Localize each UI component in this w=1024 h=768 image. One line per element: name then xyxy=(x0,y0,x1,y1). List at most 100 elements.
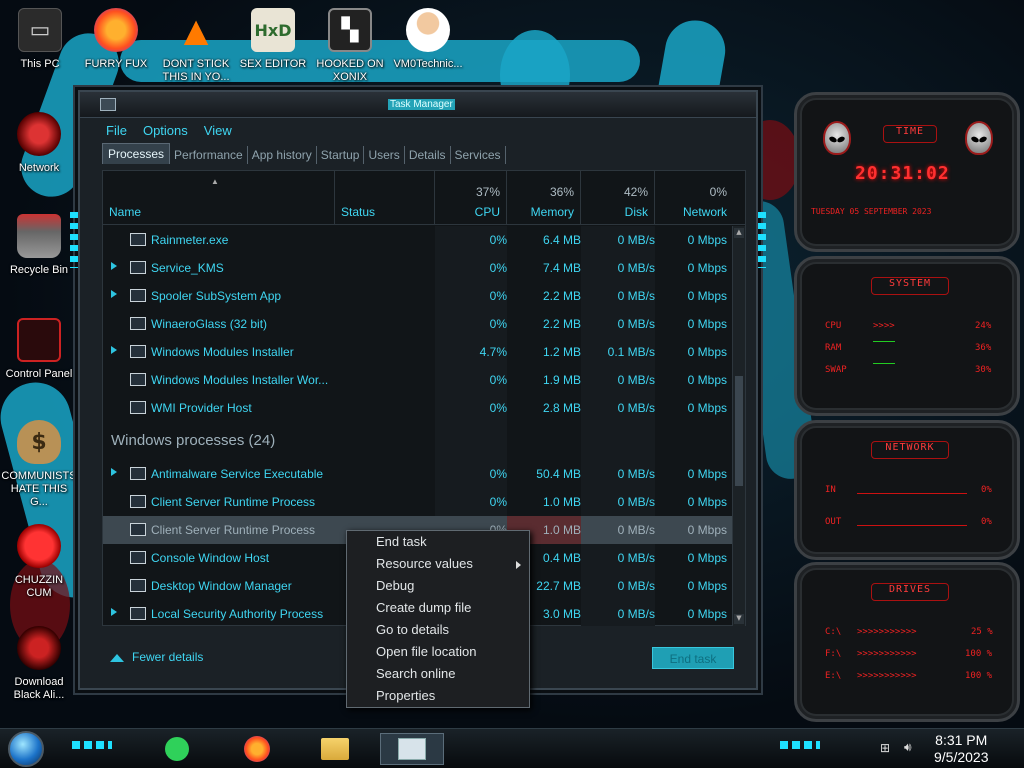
menu-file[interactable]: File xyxy=(106,123,127,138)
context-menu-item-create-dump-file[interactable]: Create dump file xyxy=(347,597,529,619)
process-disk: 0 MB/s xyxy=(617,233,655,247)
process-row[interactable]: WinaeroGlass (32 bit) 0% 2.2 MB 0 MB/s 0 Mbp… xyxy=(103,310,733,338)
process-cpu: 0% xyxy=(489,373,507,387)
column-network[interactable]: 0% Network xyxy=(655,171,733,225)
drive-f-value: 100 % xyxy=(965,649,993,659)
desktop-icon-vm0technic[interactable]: VM0Technic... xyxy=(390,8,466,71)
desktop-icon-furry-fux[interactable]: FURRY FUX xyxy=(78,8,154,71)
tab-users[interactable]: Users xyxy=(364,146,405,164)
firefox-icon[interactable] xyxy=(240,733,274,765)
window-icon xyxy=(130,579,146,592)
net-out-label: OUT xyxy=(825,517,842,527)
column-cpu[interactable]: 37% CPU xyxy=(435,171,507,225)
process-memory: 1.0 MB xyxy=(542,495,581,509)
control-panel-icon xyxy=(17,318,61,362)
net-in-label: IN xyxy=(825,485,836,495)
menu-view[interactable]: View xyxy=(204,123,232,138)
desktop-icon-control-panel[interactable]: Control Panel xyxy=(1,318,77,381)
start-button[interactable] xyxy=(8,731,44,767)
process-name: Desktop Window Manager xyxy=(151,579,292,593)
window-icon xyxy=(130,607,146,620)
volume-tray-icon[interactable]: 🔊︎ xyxy=(904,740,912,755)
net-out-value: 0% xyxy=(981,517,992,527)
context-menu-item-search-online[interactable]: Search online xyxy=(347,663,529,685)
tab-services[interactable]: Services xyxy=(451,146,506,164)
widget-date: TUESDAY 05 SEPTEMBER 2023 xyxy=(811,207,932,216)
process-row[interactable]: Rainmeter.exe 0% 6.4 MB 0 MB/s 0 Mbps xyxy=(103,226,733,254)
process-row[interactable]: Client Server Runtime Process 0% 1.0 MB 0 M… xyxy=(103,488,733,516)
tab-processes[interactable]: Processes xyxy=(102,143,171,164)
desktop-icon-this-pc[interactable]: ▭ This PC xyxy=(2,8,78,71)
net-in-graph xyxy=(857,493,967,494)
process-network: 0 Mbps xyxy=(687,373,727,387)
expand-chevron-icon[interactable] xyxy=(111,468,117,476)
column-disk[interactable]: 42% Disk xyxy=(581,171,655,225)
title-bar[interactable]: Task Manager xyxy=(80,92,756,118)
expand-chevron-icon[interactable] xyxy=(111,346,117,354)
wmi-host-icon xyxy=(130,401,146,414)
context-menu-item-end-task[interactable]: End task xyxy=(347,531,529,553)
process-memory: 50.4 MB xyxy=(536,467,581,481)
desktop-icon-sex-editor[interactable]: HxD SEX EDITOR xyxy=(235,8,311,71)
desktop-icon-hooked-on-xonix[interactable]: ▚ HOOKED ON XONIX xyxy=(312,8,388,84)
context-menu-item-resource-values[interactable]: Resource values xyxy=(347,553,529,575)
doctor-avatar-icon xyxy=(406,8,450,52)
vertical-scrollbar[interactable]: ▲ ▼ xyxy=(732,226,745,626)
process-row[interactable]: Antimalware Service Executable 0% 50.4 MB 0… xyxy=(103,460,733,488)
process-row[interactable]: WMI Provider Host 0% 2.8 MB 0 MB/s 0 Mbps xyxy=(103,394,733,422)
process-row[interactable]: Service_KMS 0% 7.4 MB 0 MB/s 0 Mbps xyxy=(103,254,733,282)
tab-performance[interactable]: Performance xyxy=(170,146,248,164)
desktop-icon-communists[interactable]: $ COMMUNISTS HATE THIS G... xyxy=(1,420,77,509)
process-disk: 0 MB/s xyxy=(617,467,655,481)
desktop-icon-network[interactable]: Network xyxy=(1,112,77,175)
process-row[interactable]: Windows Modules Installer 4.7% 1.2 MB 0.1 M… xyxy=(103,338,733,366)
tab-startup[interactable]: Startup xyxy=(317,146,365,164)
task-manager-icon[interactable] xyxy=(380,733,444,765)
vlc-cone-icon: ▲ xyxy=(183,11,209,49)
window-icon xyxy=(130,261,146,274)
expand-chevron-icon[interactable] xyxy=(111,262,117,270)
fewer-details-button[interactable]: Fewer details xyxy=(110,650,203,664)
desktop-icon-download-black-alien[interactable]: Download Black Ali... xyxy=(1,626,77,702)
scrollbar-thumb[interactable] xyxy=(735,376,743,486)
tab-app-history[interactable]: App history xyxy=(248,146,317,164)
process-row[interactable]: Windows Modules Installer Wor... 0% 1.9 MB… xyxy=(103,366,733,394)
context-menu-item-properties[interactable]: Properties xyxy=(347,685,529,707)
menu-options[interactable]: Options xyxy=(143,123,188,138)
time-widget-header: TIME xyxy=(883,125,937,143)
group-windows-processes[interactable]: Windows processes (24) xyxy=(111,432,275,449)
process-name: Console Window Host xyxy=(151,551,270,565)
money-bag-icon: $ xyxy=(17,420,61,464)
firefox-icon xyxy=(94,8,138,52)
process-disk: 0 MB/s xyxy=(617,607,655,621)
expand-chevron-icon[interactable] xyxy=(111,290,117,298)
column-memory[interactable]: 36% Memory xyxy=(507,171,581,225)
process-disk: 0 MB/s xyxy=(617,495,655,509)
process-network: 0 Mbps xyxy=(687,233,727,247)
process-name: Windows Modules Installer xyxy=(151,345,294,359)
process-row[interactable]: Spooler SubSystem App 0% 2.2 MB 0 MB/s 0 Mbp… xyxy=(103,282,733,310)
scroll-up-icon[interactable]: ▲ xyxy=(734,228,744,238)
desktop-icon-chuzzin[interactable]: CHUZZIN CUM xyxy=(1,524,77,600)
network-tray-icon[interactable]: ⊞ xyxy=(880,741,890,755)
column-name[interactable]: Name xyxy=(103,171,335,225)
taskbar-clock[interactable]: 8:31 PM 9/5/2023 xyxy=(934,732,989,766)
process-network: 0 Mbps xyxy=(687,495,727,509)
desktop-icon-recycle-bin[interactable]: Recycle Bin xyxy=(1,214,77,277)
window-icon xyxy=(130,317,146,330)
context-menu-item-debug[interactable]: Debug xyxy=(347,575,529,597)
context-menu-item-go-to-details[interactable]: Go to details xyxy=(347,619,529,641)
process-disk: 0 MB/s xyxy=(617,317,655,331)
desktop-icon-vlc[interactable]: ▲ DONT STICK THIS IN YO... xyxy=(158,8,234,84)
context-menu-item-open-file-location[interactable]: Open file location xyxy=(347,641,529,663)
tab-details[interactable]: Details xyxy=(405,146,451,164)
scroll-down-icon[interactable]: ▼ xyxy=(734,614,744,624)
tab-bar: Processes Performance App history Startu… xyxy=(102,142,756,164)
end-task-button[interactable]: End task xyxy=(652,647,734,669)
process-memory: 1.2 MB xyxy=(542,345,581,359)
column-status[interactable]: Status xyxy=(335,171,435,225)
expand-chevron-icon[interactable] xyxy=(111,608,117,616)
file-explorer-icon[interactable] xyxy=(318,733,352,765)
notes-app-icon[interactable] xyxy=(160,733,194,765)
window-side-glow-left xyxy=(70,212,78,268)
